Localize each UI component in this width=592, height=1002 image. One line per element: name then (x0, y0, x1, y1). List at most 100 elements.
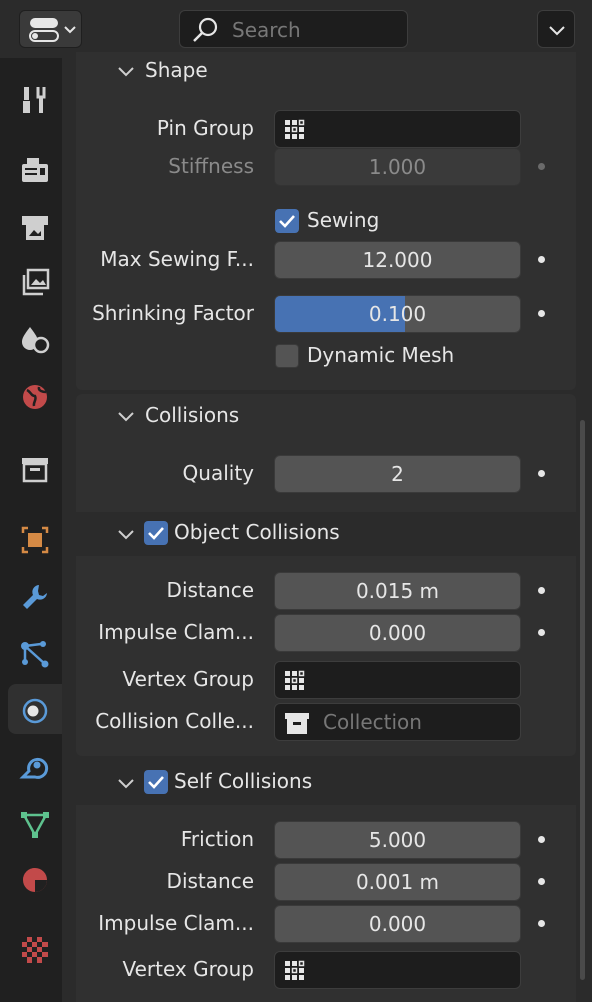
texture-icon (22, 937, 48, 963)
physics-tab[interactable] (8, 684, 62, 734)
scene-tab[interactable] (8, 314, 62, 364)
max-sewing-keyframe-dot[interactable] (538, 256, 545, 263)
options-dropdown-button[interactable] (537, 10, 575, 48)
stiffness-keyframe-dot[interactable] (538, 163, 545, 170)
shrinking-factor-label: Shrinking Factor (92, 301, 254, 325)
object-vertex-group-field[interactable] (274, 661, 521, 699)
particles-icon (21, 641, 49, 668)
tool-tab[interactable] (8, 74, 62, 124)
object-collisions-title[interactable]: Object Collisions (174, 520, 340, 544)
collision-collection-placeholder: Collection (323, 710, 422, 734)
dynamic-mesh-label[interactable]: Dynamic Mesh (307, 343, 454, 367)
object-vertex-group-label: Vertex Group (122, 667, 254, 691)
sewing-checkbox[interactable] (275, 209, 299, 233)
output-icon (22, 216, 48, 240)
collection-tab[interactable] (8, 443, 62, 493)
object-impulse-keyframe-dot[interactable] (538, 629, 545, 636)
self-impulse-label: Impulse Clam... (98, 911, 254, 935)
object-tab[interactable] (8, 514, 62, 564)
self-vertex-group-label: Vertex Group (122, 957, 254, 981)
self-friction-label: Friction (180, 827, 254, 851)
dynamic-mesh-checkbox[interactable] (275, 344, 299, 368)
object-collisions-checkbox[interactable] (144, 521, 168, 545)
constraints-tab[interactable] (8, 741, 62, 791)
self-friction-field[interactable]: 5.000 (274, 821, 521, 859)
stiffness-value: 1.000 (368, 155, 427, 179)
chevron-down-icon[interactable] (116, 64, 136, 80)
self-distance-label: Distance (166, 869, 254, 893)
object-distance-label: Distance (166, 578, 254, 602)
self-impulse-field[interactable]: 0.000 (274, 905, 521, 943)
object-icon (21, 526, 49, 554)
self-collisions-checkbox[interactable] (144, 770, 168, 794)
modifiers-tab[interactable] (8, 571, 62, 621)
collisions-panel-title[interactable]: Collisions (145, 403, 239, 427)
vertex-group-icon (285, 670, 305, 690)
physics-icon (22, 698, 48, 724)
constraint-icon (19, 757, 49, 779)
world-icon (23, 385, 47, 409)
vertex-group-icon (285, 960, 305, 980)
output-tab[interactable] (8, 201, 62, 251)
collection-icon (285, 713, 309, 734)
view-layer-tab[interactable] (8, 257, 62, 307)
properties-header: Search (0, 0, 592, 58)
wrench-icon (23, 585, 47, 609)
pin-group-field[interactable] (274, 110, 521, 148)
object-impulse-label: Impulse Clam... (98, 620, 254, 644)
max-sewing-value: 12.000 (362, 248, 433, 272)
self-impulse-value: 0.000 (368, 912, 427, 936)
chevron-down-icon (549, 26, 565, 36)
render-tab[interactable] (8, 144, 62, 194)
shape-panel-title[interactable]: Shape (145, 58, 208, 82)
object-impulse-field[interactable]: 0.000 (274, 614, 521, 652)
object-distance-keyframe-dot[interactable] (538, 587, 545, 594)
object-distance-field[interactable]: 0.015 m (274, 572, 521, 610)
chevron-down-icon[interactable] (116, 776, 136, 792)
vertex-group-icon (285, 119, 305, 139)
shrinking-factor-keyframe-dot[interactable] (538, 310, 545, 317)
texture-tab[interactable] (8, 924, 62, 974)
search-placeholder: Search (232, 18, 301, 42)
max-sewing-label: Max Sewing F... (100, 247, 254, 271)
quality-keyframe-dot[interactable] (538, 470, 545, 477)
quality-value: 2 (391, 462, 404, 486)
pin-group-label: Pin Group (156, 116, 254, 140)
scene-icon (22, 327, 50, 354)
shrinking-factor-value: 0.100 (368, 302, 427, 326)
checkmark-icon (148, 527, 164, 540)
search-field[interactable]: Search (179, 10, 408, 48)
scrollbar[interactable] (580, 420, 585, 980)
self-distance-value: 0.001 m (355, 870, 440, 894)
editor-type-button[interactable] (19, 10, 82, 48)
chevron-down-icon[interactable] (116, 527, 136, 543)
data-tab[interactable] (8, 798, 62, 848)
editor-type-icon (29, 18, 76, 42)
stiffness-field[interactable]: 1.000 (274, 148, 521, 186)
material-icon (23, 868, 47, 892)
quality-field[interactable]: 2 (274, 455, 521, 493)
self-friction-value: 5.000 (368, 828, 427, 852)
mesh-data-icon (21, 812, 49, 838)
self-distance-field[interactable]: 0.001 m (274, 863, 521, 901)
tool-icon (23, 87, 46, 113)
checkmark-icon (279, 215, 295, 228)
self-friction-keyframe-dot[interactable] (538, 836, 545, 843)
collision-collection-label: Collision Colle... (95, 709, 254, 733)
world-tab[interactable] (8, 371, 62, 421)
collection-icon (22, 458, 48, 483)
max-sewing-field[interactable]: 12.000 (274, 241, 521, 279)
particles-tab[interactable] (8, 628, 62, 678)
self-vertex-group-field[interactable] (274, 951, 521, 989)
view-layer-icon (22, 268, 50, 296)
collision-collection-field[interactable]: Collection (274, 703, 521, 741)
search-icon (193, 17, 218, 42)
stiffness-label: Stiffness (168, 154, 254, 178)
sewing-label[interactable]: Sewing (307, 208, 379, 232)
self-impulse-keyframe-dot[interactable] (538, 920, 545, 927)
self-collisions-title[interactable]: Self Collisions (174, 769, 312, 793)
material-tab[interactable] (8, 854, 62, 904)
self-distance-keyframe-dot[interactable] (538, 878, 545, 885)
chevron-down-icon[interactable] (116, 409, 136, 425)
shrinking-factor-slider[interactable]: 0.100 (274, 295, 521, 333)
